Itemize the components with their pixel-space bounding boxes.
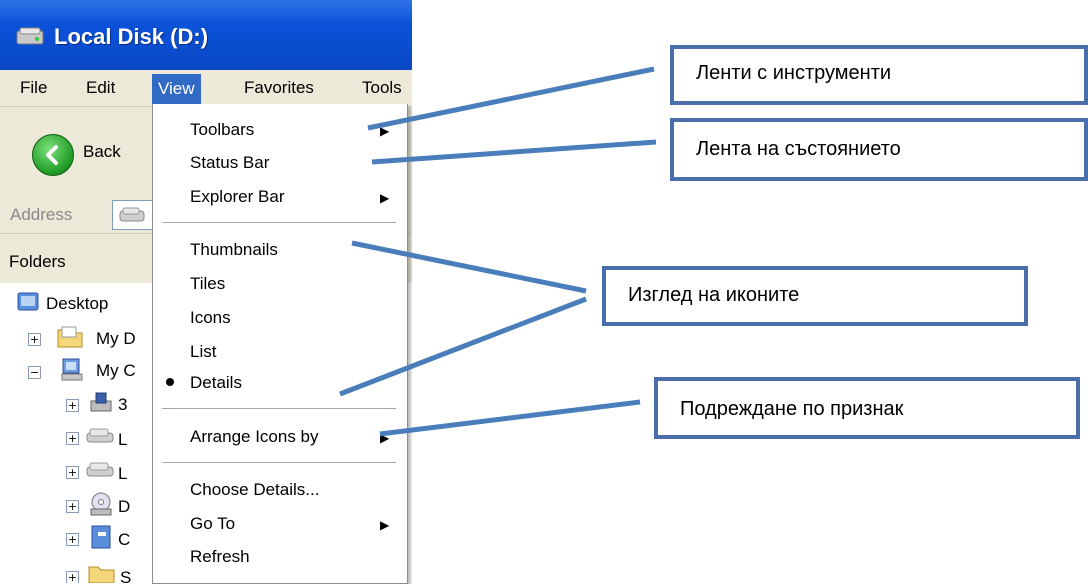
- callout-toolbars: Ленти с инструменти: [670, 45, 1088, 105]
- callout-arrange: Подреждане по признак: [654, 377, 1080, 439]
- callout-icon-view: Изглед на иконите: [602, 266, 1028, 326]
- connector-line: [379, 399, 641, 437]
- connector-line: [367, 66, 655, 131]
- callout-icon-view-text: Изглед на иконите: [628, 284, 800, 306]
- callout-status-bar: Лента на състоянието: [670, 118, 1088, 181]
- connector-line: [371, 139, 657, 165]
- callout-toolbars-text: Ленти с инструменти: [696, 62, 892, 84]
- connector-line: [351, 240, 587, 294]
- callout-arrange-text: Подреждане по признак: [680, 398, 904, 420]
- callout-status-bar-text: Лента на състоянието: [696, 138, 901, 160]
- connector-line: [339, 296, 587, 397]
